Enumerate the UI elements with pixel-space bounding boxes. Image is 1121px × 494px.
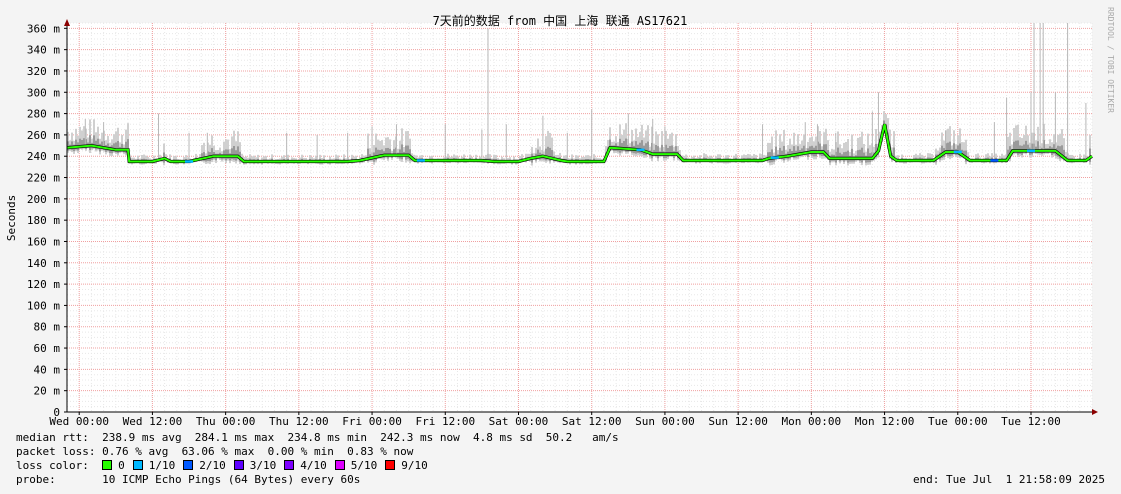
chart-title: 7天前的数据 from 中国 上海 联通 AS17621: [433, 13, 688, 28]
color-swatch-icon: [334, 460, 345, 470]
chart: 020 m40 m60 m80 m100 m120 m140 m160 m180…: [5, 7, 1115, 428]
y-tick-label: 360 m: [27, 22, 60, 35]
loss-color-item: 9/10: [385, 459, 428, 472]
loss-color-value: 5/10: [350, 459, 378, 472]
loss-color-item: 3/10: [233, 459, 277, 472]
y-tick-label: 240 m: [27, 150, 60, 163]
loss-color-value: 0: [118, 459, 125, 472]
y-tick-label: 40 m: [34, 363, 61, 376]
loss-color-item: 4/10: [284, 459, 327, 472]
end-time: end: Tue Jul 1 21:58:09 2025: [912, 473, 1105, 486]
loss-color-item: 0: [102, 459, 125, 472]
x-tick-label: Sat 12:00: [562, 415, 622, 428]
y-tick-label: 100 m: [27, 299, 60, 312]
x-tick-label: Mon 12:00: [855, 415, 915, 428]
x-tick-label: Sat 00:00: [489, 415, 549, 428]
y-tick-label: 280 m: [27, 108, 60, 121]
color-swatch-icon: [132, 460, 143, 470]
y-tick-label: 180 m: [27, 214, 60, 227]
x-tick-label: Tue 00:00: [928, 415, 988, 428]
y-axis-ticks: 020 m40 m60 m80 m100 m120 m140 m160 m180…: [27, 22, 67, 419]
loss-color-value: 4/10: [300, 459, 327, 472]
x-tick-label: Thu 00:00: [196, 415, 256, 428]
x-tick-label: Fri 00:00: [342, 415, 402, 428]
x-tick-label: Mon 00:00: [782, 415, 842, 428]
loss-color-value: 1/10: [148, 459, 176, 472]
x-tick-label: Fri 12:00: [415, 415, 475, 428]
packet-loss-stats: packet loss: 0.76 % avg 63.06 % max 0.00…: [16, 445, 414, 458]
x-tick-label: Tue 12:00: [1001, 415, 1061, 428]
y-tick-label: 120 m: [27, 278, 60, 291]
y-tick-label: 80 m: [34, 321, 61, 334]
rrdtool-watermark: RRDTOOL / TOBI OETIKER: [1106, 7, 1115, 113]
y-tick-label: 300 m: [27, 86, 60, 99]
y-axis-label: Seconds: [5, 195, 18, 241]
x-tick-label: Sun 12:00: [708, 415, 768, 428]
y-tick-label: 20 m: [34, 385, 61, 398]
loss-color-value: 9/10: [401, 459, 428, 472]
x-tick-label: Wed 00:00: [49, 415, 109, 428]
x-axis-arrow-icon: [1092, 409, 1098, 415]
loss-color-item: 5/10: [334, 459, 378, 472]
x-tick-label: Wed 12:00: [123, 415, 183, 428]
x-tick-label: Thu 12:00: [269, 415, 329, 428]
color-swatch-icon: [183, 460, 194, 470]
y-tick-label: 160 m: [27, 235, 60, 248]
color-swatch-icon: [102, 460, 113, 470]
y-tick-label: 320 m: [27, 65, 60, 78]
y-tick-label: 260 m: [27, 129, 60, 142]
loss-color-label: loss color:: [16, 459, 89, 472]
y-tick-label: 200 m: [27, 193, 60, 206]
y-tick-label: 220 m: [27, 172, 60, 185]
y-tick-label: 140 m: [27, 257, 60, 270]
loss-color-item: 2/10: [183, 459, 226, 472]
loss-color-legend: loss color: 0 1/10 2/10 3/10 4/10 5/10 9/10: [16, 459, 436, 472]
color-swatch-icon: [233, 460, 244, 470]
probe-info: probe: 10 ICMP Echo Pings (64 Bytes) eve…: [16, 473, 361, 486]
loss-color-value: 2/10: [199, 459, 226, 472]
y-tick-label: 60 m: [34, 342, 61, 355]
color-swatch-icon: [284, 460, 295, 470]
y-axis-arrow-icon: [64, 19, 70, 26]
loss-color-value: 3/10: [249, 459, 277, 472]
y-tick-label: 340 m: [27, 44, 60, 57]
x-axis-ticks: Wed 00:00 Wed 12:00 Thu 00:00 Thu 12:00 Fri …: [49, 412, 1061, 428]
loss-color-item: 1/10: [132, 459, 176, 472]
median-rtt-stats: median rtt: 238.9 ms avg 284.1 ms max 23…: [16, 431, 619, 444]
color-swatch-icon: [385, 460, 396, 470]
x-tick-label: Sun 00:00: [635, 415, 695, 428]
